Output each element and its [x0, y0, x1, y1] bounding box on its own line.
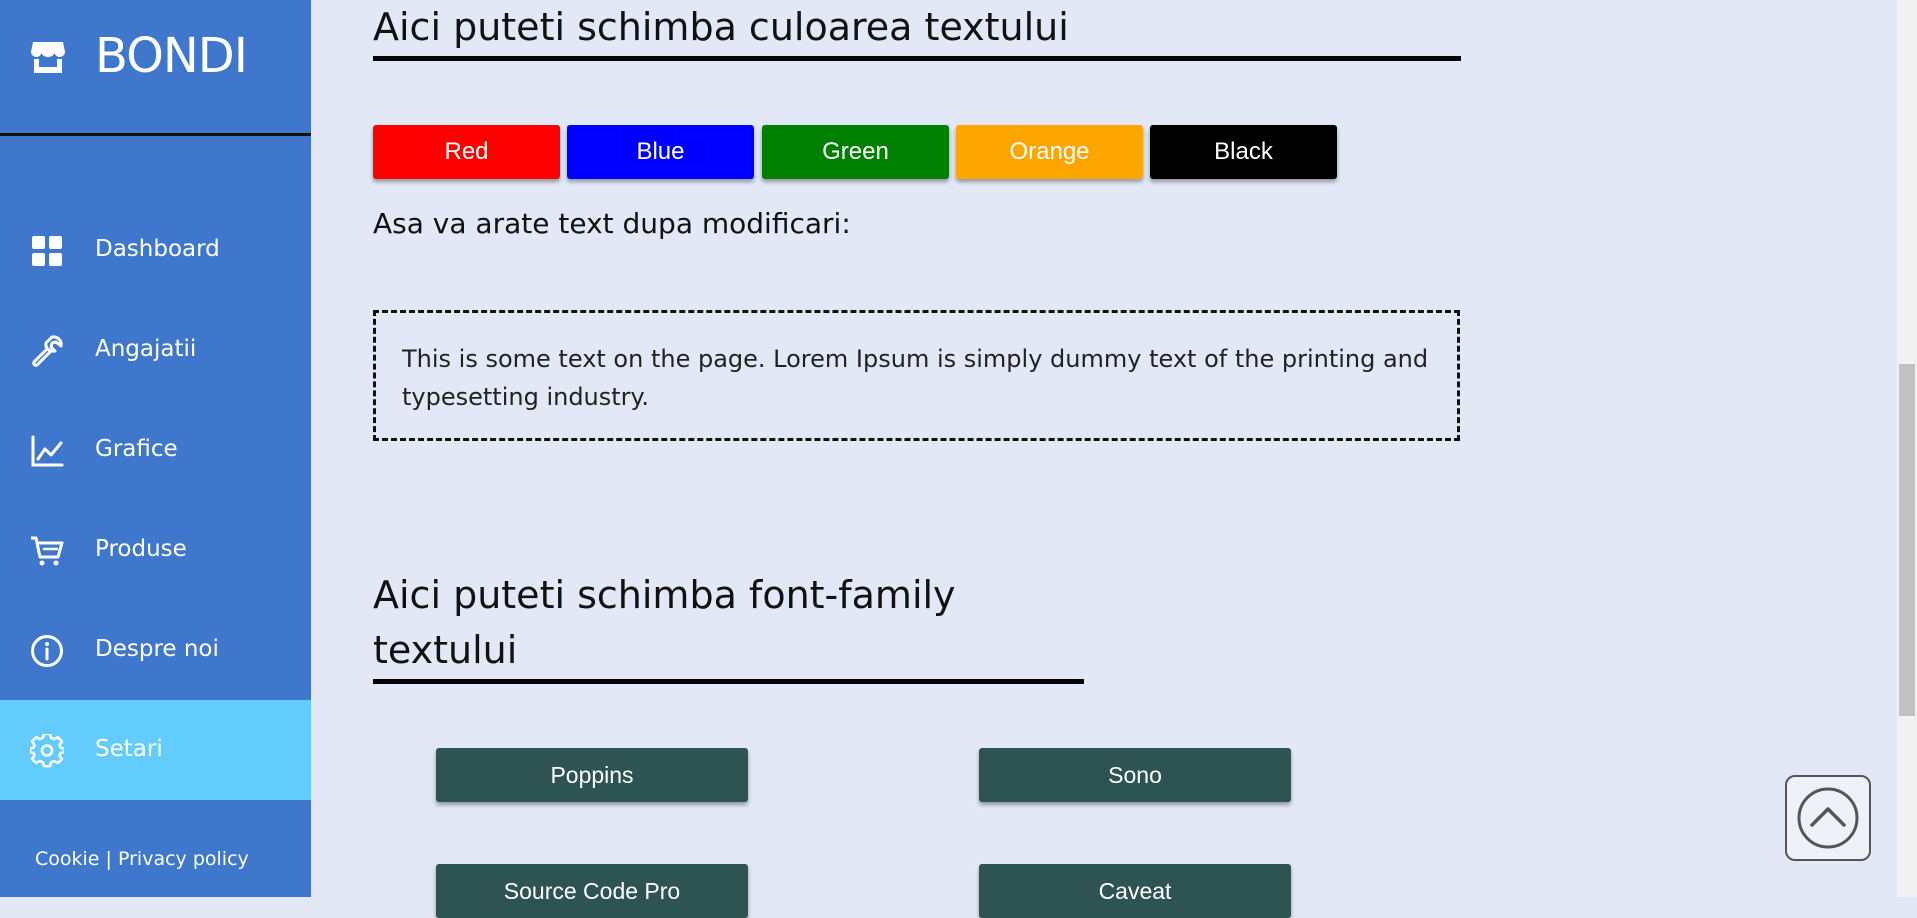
sidebar-item-angajatii[interactable]: Angajatii — [0, 300, 311, 400]
back-to-top-button[interactable] — [1785, 775, 1871, 861]
sidebar-item-label: Despre noi — [95, 636, 219, 662]
sidebar-item-produse[interactable]: Produse — [0, 500, 311, 600]
footer-links: Cookie | Privacy policy — [35, 848, 249, 870]
brand-name: BONDI — [95, 28, 248, 84]
preview-label: Asa va arate text dupa modificari: — [373, 207, 851, 240]
sidebar-item-label: Setari — [95, 736, 163, 762]
brand[interactable]: BONDI — [0, 0, 311, 136]
sidebar: BONDI Dashboard Angajatii Grafice Produs… — [0, 0, 311, 897]
store-icon — [31, 42, 65, 73]
privacy-policy-link[interactable]: Privacy policy — [118, 848, 249, 870]
sidebar-item-label: Grafice — [95, 436, 178, 462]
color-blue-button[interactable]: Blue — [567, 125, 754, 179]
footer-separator: | — [105, 848, 112, 870]
chart-line-icon — [31, 435, 64, 467]
sidebar-item-setari[interactable]: Setari — [0, 700, 311, 800]
sidebar-item-label: Angajatii — [95, 336, 197, 362]
font-sono-button[interactable]: Sono — [979, 748, 1291, 802]
color-green-button[interactable]: Green — [762, 125, 949, 179]
info-icon — [31, 635, 63, 667]
sidebar-item-label: Produse — [95, 536, 187, 562]
preview-text-box: This is some text on the page. Lorem Ips… — [373, 310, 1460, 441]
grid-icon — [32, 236, 62, 266]
sidebar-item-despre-noi[interactable]: Despre noi — [0, 600, 311, 700]
font-source-code-pro-button[interactable]: Source Code Pro — [436, 864, 748, 918]
font-poppins-button[interactable]: Poppins — [436, 748, 748, 802]
sidebar-item-grafice[interactable]: Grafice — [0, 400, 311, 500]
color-black-button[interactable]: Black — [1150, 125, 1337, 179]
cookie-link[interactable]: Cookie — [35, 848, 100, 870]
sidebar-item-label: Dashboard — [95, 236, 220, 262]
sidebar-item-dashboard[interactable]: Dashboard — [0, 200, 311, 300]
font-section-title-line1: Aici puteti schimba font-family — [373, 573, 956, 617]
section-divider — [373, 679, 1084, 684]
gear-icon — [30, 734, 64, 768]
chevron-up-icon — [1797, 787, 1859, 849]
preview-text: This is some text on the page. Lorem Ips… — [402, 345, 1429, 411]
font-section-title-line2: textului — [373, 628, 518, 672]
color-red-button[interactable]: Red — [373, 125, 560, 179]
wrench-icon — [32, 335, 63, 367]
color-orange-button[interactable]: Orange — [956, 125, 1143, 179]
section-divider — [373, 56, 1461, 61]
cart-icon — [31, 536, 64, 566]
color-section-title: Aici puteti schimba culoarea textului — [373, 5, 1069, 49]
scrollbar-thumb[interactable] — [1899, 364, 1915, 716]
font-caveat-button[interactable]: Caveat — [979, 864, 1291, 918]
